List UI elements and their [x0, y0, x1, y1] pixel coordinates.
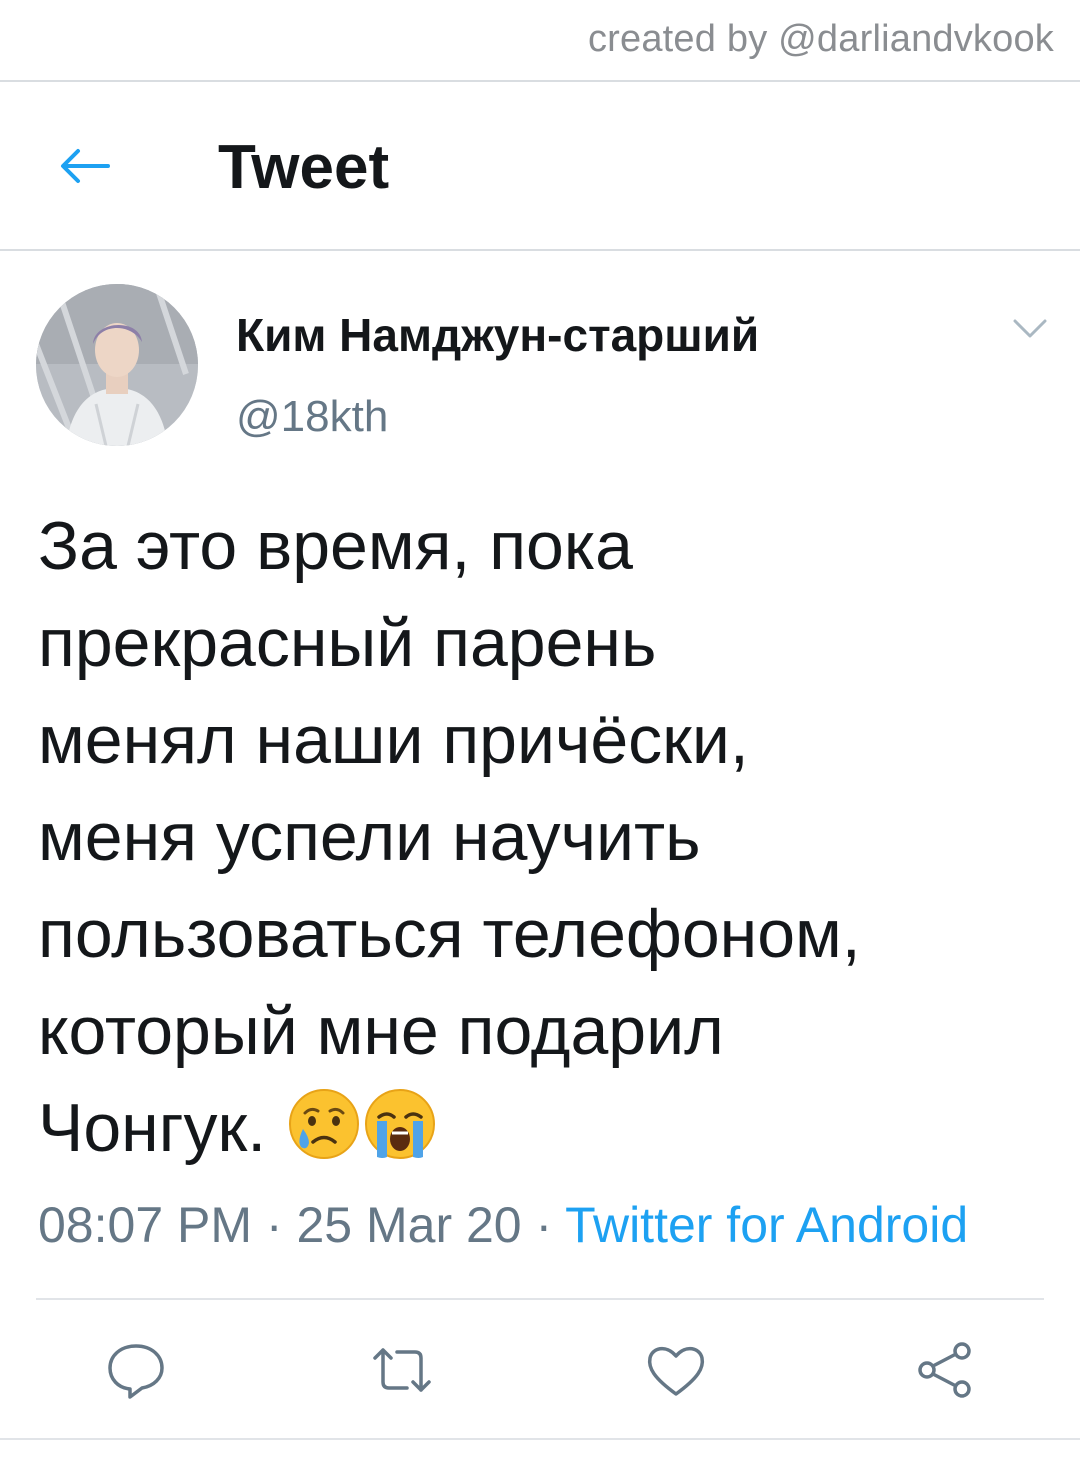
arrow-left-icon [61, 149, 110, 183]
crying-face-emoji [289, 1089, 360, 1159]
display-name[interactable]: Ким Намджун-старший [236, 308, 759, 362]
tweet-text-line: меня успели научить [38, 799, 701, 875]
header-divider [0, 249, 1080, 251]
tweet-actions-bar [0, 1330, 1080, 1410]
user-handle[interactable]: @18kth [236, 392, 388, 442]
tweet-source-link[interactable]: Twitter for Android [565, 1197, 968, 1253]
back-button[interactable] [52, 134, 116, 198]
tweet-time: 08:07 PM [38, 1197, 253, 1253]
retweet-button[interactable] [362, 1330, 442, 1410]
reply-button[interactable] [96, 1330, 176, 1410]
tweet-text: За это время, пока прекрасный парень мен… [38, 498, 1048, 1177]
tweet-text-line-last: Чонгук. [38, 1080, 1048, 1177]
retweet-icon [373, 1348, 431, 1392]
tweet-text-last: Чонгук. [38, 1090, 267, 1166]
page-title: Tweet [218, 133, 390, 202]
heart-icon [647, 1346, 705, 1396]
chevron-down-icon [1013, 319, 1047, 338]
loudly-crying-face-emoji [365, 1089, 436, 1159]
tweet-menu-button[interactable] [1008, 314, 1052, 344]
tweet-meta: 08:07 PM · 25 Mar 20 · Twitter for Andro… [38, 1196, 968, 1254]
tweet-text-line: который мне подарил [38, 993, 724, 1069]
meta-separator: · [535, 1197, 553, 1253]
tweet-text-line: прекрасный парень [38, 605, 657, 681]
tweet-date: 25 Mar 20 [296, 1197, 522, 1253]
like-button[interactable] [636, 1330, 716, 1410]
reply-icon [108, 1344, 164, 1399]
bottom-divider [0, 1438, 1080, 1440]
share-button[interactable] [904, 1330, 984, 1410]
user-avatar-photo [36, 284, 198, 446]
share-icon [918, 1342, 971, 1398]
meta-divider [36, 1298, 1044, 1300]
tweet-text-line: менял наши причёски, [38, 702, 749, 778]
app-header: Tweet [0, 82, 1080, 248]
meta-separator: · [265, 1197, 283, 1253]
tweet-text-line: пользоваться телефоном, [38, 896, 861, 972]
avatar[interactable] [36, 284, 198, 446]
watermark: created by @darliandvkook [587, 18, 1054, 60]
tweet-text-line: За это время, пока [38, 508, 633, 584]
